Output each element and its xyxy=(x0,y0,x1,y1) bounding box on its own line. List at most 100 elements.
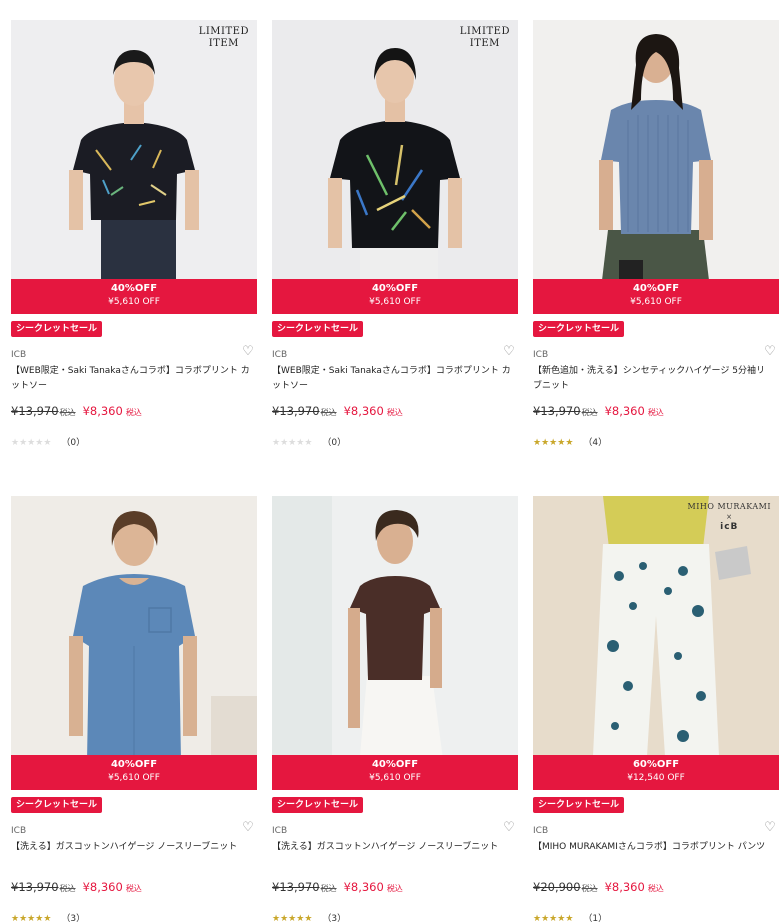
tax-label: 税込 xyxy=(59,884,76,893)
product-card[interactable]: LIMITED ITEM 40%OFF ¥5,610 OFF シークレットセール … xyxy=(272,20,518,448)
price-row: ¥13,970税込 ¥8,360 税込 xyxy=(272,876,403,895)
star-icon: ★ xyxy=(565,914,574,922)
tax-label: 税込 xyxy=(59,408,76,417)
heart-icon[interactable]: ♡ xyxy=(502,345,516,359)
original-price: ¥13,970 xyxy=(11,880,59,894)
star-rating: ★★★★★ xyxy=(11,914,51,922)
brand-name: ICB xyxy=(533,350,549,360)
product-image[interactable]: LIMITED ITEM 40%OFF ¥5,610 OFF xyxy=(272,20,518,314)
star-rating: ★★★★★ xyxy=(11,438,51,448)
product-title[interactable]: 【WEB限定・Saki Tanakaさんコラボ】コラボプリント カットソー xyxy=(272,364,512,394)
product-image[interactable]: 40%OFF ¥5,610 OFF xyxy=(11,496,257,790)
star-icon: ★ xyxy=(43,438,52,448)
rating: ★★★★★ （0） xyxy=(272,430,346,449)
price-row: ¥20,900税込 ¥8,360 税込 xyxy=(533,876,664,895)
product-image[interactable]: 40%OFF ¥5,610 OFF xyxy=(533,20,779,314)
product-photo xyxy=(11,20,257,314)
product-photo xyxy=(533,20,779,314)
discount-banner: 40%OFF ¥5,610 OFF xyxy=(11,279,257,314)
discount-banner: 40%OFF ¥5,610 OFF xyxy=(533,279,779,314)
star-icon: ★ xyxy=(11,438,20,448)
product-photo xyxy=(272,20,518,314)
tax-label: 税込 xyxy=(125,884,142,893)
tax-label: 税込 xyxy=(386,884,403,893)
price-row: ¥13,970税込 ¥8,360 税込 xyxy=(11,876,142,895)
original-price: ¥20,900 xyxy=(533,880,581,894)
sale-price: ¥8,360 xyxy=(82,880,123,894)
product-photo xyxy=(533,496,779,790)
product-card[interactable]: LIMITED ITEM 40%OFF ¥5,610 OFF シークレットセール … xyxy=(11,20,257,448)
product-card[interactable]: 40%OFF ¥5,610 OFF シークレットセール ICB ♡ 【洗える】ガ… xyxy=(272,496,518,922)
rating: ★★★★★ （1） xyxy=(533,906,607,922)
secret-sale-badge: シークレットセール xyxy=(272,797,364,813)
star-icon: ★ xyxy=(280,438,289,448)
discount-banner: 40%OFF ¥5,610 OFF xyxy=(272,755,518,790)
product-title[interactable]: 【WEB限定・Saki Tanakaさんコラボ】コラボプリント カットソー xyxy=(11,364,251,394)
brand-name: ICB xyxy=(533,826,549,836)
star-icon: ★ xyxy=(272,438,281,448)
heart-icon[interactable]: ♡ xyxy=(241,345,255,359)
product-card[interactable]: 40%OFF ¥5,610 OFF シークレットセール ICB ♡ 【新色追加・… xyxy=(533,20,779,448)
price-row: ¥13,970税込 ¥8,360 税込 xyxy=(533,400,664,419)
collab-logo: MIHO MURAKAMI × icB xyxy=(687,502,771,532)
star-icon: ★ xyxy=(19,438,28,448)
heart-icon[interactable]: ♡ xyxy=(502,821,516,835)
brand-name: ICB xyxy=(11,826,27,836)
review-count: （0） xyxy=(61,438,86,448)
product-photo xyxy=(272,496,518,790)
original-price: ¥13,970 xyxy=(11,404,59,418)
tax-label: 税込 xyxy=(320,408,337,417)
star-icon: ★ xyxy=(272,914,281,922)
product-image[interactable]: LIMITED ITEM 40%OFF ¥5,610 OFF xyxy=(11,20,257,314)
brand-name: ICB xyxy=(272,350,288,360)
star-icon: ★ xyxy=(280,914,289,922)
product-title[interactable]: 【洗える】ガスコットンハイゲージ ノースリーブニット xyxy=(11,840,251,855)
review-count: （3） xyxy=(61,914,86,922)
star-icon: ★ xyxy=(565,438,574,448)
product-title[interactable]: 【MIHO MURAKAMIさんコラボ】コラボプリント パンツ xyxy=(533,840,773,855)
rating: ★★★★★ （4） xyxy=(533,430,607,449)
sale-price: ¥8,360 xyxy=(604,880,645,894)
price-row: ¥13,970税込 ¥8,360 税込 xyxy=(272,400,403,419)
tax-label: 税込 xyxy=(125,408,142,417)
star-icon: ★ xyxy=(533,438,542,448)
discount-banner: 40%OFF ¥5,610 OFF xyxy=(272,279,518,314)
original-price: ¥13,970 xyxy=(533,404,581,418)
limited-item-label: LIMITED ITEM xyxy=(198,26,249,49)
sale-price: ¥8,360 xyxy=(343,404,384,418)
rating: ★★★★★ （3） xyxy=(272,906,346,922)
product-card[interactable]: MIHO MURAKAMI × icB 60%OFF ¥12,540 OFF シ… xyxy=(533,496,779,922)
review-count: （0） xyxy=(322,438,347,448)
product-card[interactable]: 40%OFF ¥5,610 OFF シークレットセール ICB ♡ 【洗える】ガ… xyxy=(11,496,257,922)
sale-price: ¥8,360 xyxy=(343,880,384,894)
star-rating: ★★★★★ xyxy=(272,914,312,922)
product-image[interactable]: MIHO MURAKAMI × icB 60%OFF ¥12,540 OFF xyxy=(533,496,779,790)
review-count: （3） xyxy=(322,914,347,922)
product-photo xyxy=(11,496,257,790)
product-title[interactable]: 【新色追加・洗える】シンセティックハイゲージ 5分袖リブニット xyxy=(533,364,773,394)
heart-icon[interactable]: ♡ xyxy=(763,821,777,835)
secret-sale-badge: シークレットセール xyxy=(11,321,103,337)
rating: ★★★★★ （3） xyxy=(11,906,85,922)
brand-name: ICB xyxy=(272,826,288,836)
star-icon: ★ xyxy=(533,914,542,922)
price-row: ¥13,970税込 ¥8,360 税込 xyxy=(11,400,142,419)
tax-label: 税込 xyxy=(581,884,598,893)
secret-sale-badge: シークレットセール xyxy=(533,321,625,337)
star-icon: ★ xyxy=(11,914,20,922)
star-icon: ★ xyxy=(541,914,550,922)
sale-price: ¥8,360 xyxy=(82,404,123,418)
review-count: （1） xyxy=(583,914,608,922)
tax-label: 税込 xyxy=(647,408,664,417)
heart-icon[interactable]: ♡ xyxy=(241,821,255,835)
heart-icon[interactable]: ♡ xyxy=(763,345,777,359)
product-image[interactable]: 40%OFF ¥5,610 OFF xyxy=(272,496,518,790)
discount-banner: 60%OFF ¥12,540 OFF xyxy=(533,755,779,790)
product-title[interactable]: 【洗える】ガスコットンハイゲージ ノースリーブニット xyxy=(272,840,512,855)
original-price: ¥13,970 xyxy=(272,404,320,418)
tax-label: 税込 xyxy=(647,884,664,893)
star-rating: ★★★★★ xyxy=(533,438,573,448)
limited-item-label: LIMITED ITEM xyxy=(459,26,510,49)
star-icon: ★ xyxy=(43,914,52,922)
brand-name: ICB xyxy=(11,350,27,360)
